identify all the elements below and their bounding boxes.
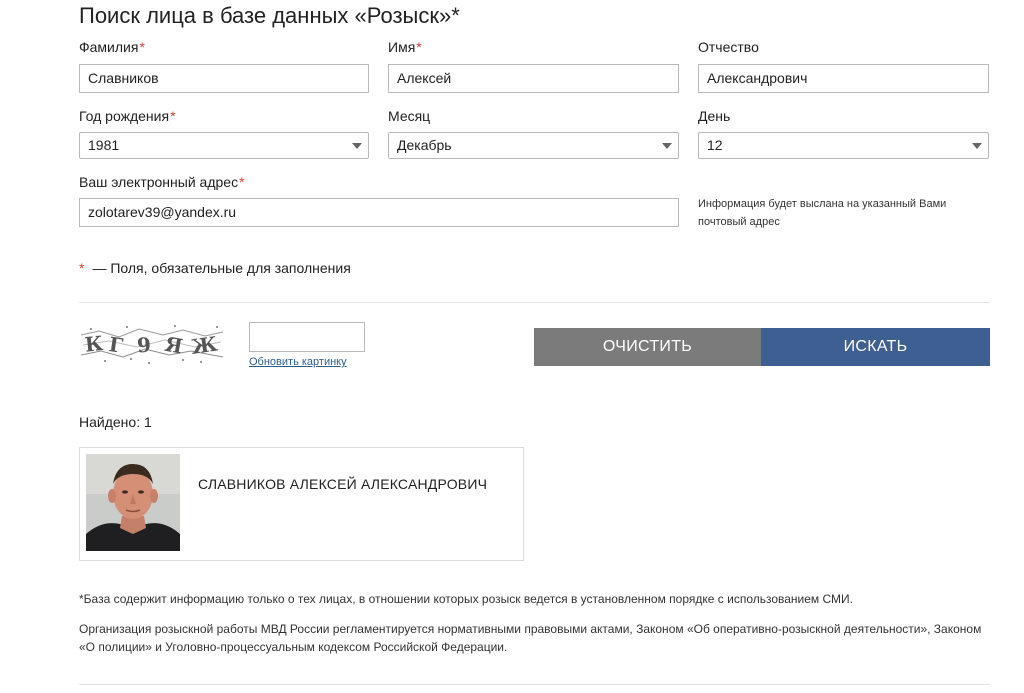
required-asterisk: * [139, 39, 145, 55]
month-select[interactable]: Декабрь [388, 132, 679, 159]
name-label: Имя* [388, 39, 422, 55]
birth-year-label-text: Год рождения [79, 108, 170, 124]
day-label: День [698, 108, 731, 124]
required-asterisk: * [170, 108, 176, 124]
day-select[interactable]: 12 [698, 132, 989, 159]
chevron-down-icon [352, 143, 362, 149]
day-value: 12 [707, 137, 723, 153]
chevron-down-icon [972, 143, 982, 149]
required-asterisk: * [79, 260, 85, 276]
legal-notice: Организация розыскной работы МВД России … [79, 622, 982, 654]
clear-button[interactable]: ОЧИСТИТЬ [534, 328, 761, 366]
chevron-down-icon [662, 143, 672, 149]
surname-label: Фамилия* [79, 39, 145, 55]
name-label-text: Имя [388, 39, 416, 55]
result-card[interactable]: СЛАВНИКОВ АЛЕКСЕЙ АЛЕКСАНДРОВИЧ [79, 447, 524, 561]
results-count: Найдено: 1 [79, 414, 152, 430]
result-name[interactable]: СЛАВНИКОВ АЛЕКСЕЙ АЛЕКСАНДРОВИЧ [198, 476, 487, 492]
month-value: Декабрь [397, 137, 452, 153]
email-label-text: Ваш электронный адрес [79, 174, 239, 190]
email-label: Ваш электронный адрес* [79, 174, 245, 190]
refresh-captcha-link[interactable]: Обновить картинку [249, 356, 347, 368]
month-label: Месяц [388, 108, 431, 124]
birth-year-value: 1981 [88, 137, 120, 153]
required-asterisk: * [239, 174, 245, 190]
patronymic-label: Отчество [698, 39, 759, 55]
email-hint: Информация будет выслана на указанный Ва… [698, 198, 947, 228]
surname-label-text: Фамилия [79, 39, 139, 55]
captcha-input[interactable] [249, 322, 365, 352]
divider [79, 684, 990, 685]
email-field[interactable]: zolotarev39@yandex.ru [79, 198, 679, 227]
birth-year-label: Год рождения* [79, 108, 176, 124]
person-photo [86, 454, 180, 551]
captcha-image: К Г 9 Я Ж [79, 321, 225, 367]
database-footnote: *База содержит информацию только о тех л… [79, 592, 854, 606]
birth-year-select[interactable]: 1981 [79, 132, 369, 159]
name-field[interactable]: Алексей [388, 64, 679, 93]
surname-field[interactable]: Славников [79, 64, 369, 93]
search-button[interactable]: ИСКАТЬ [761, 328, 990, 366]
required-note-text: — Поля, обязательные для заполнения [92, 260, 351, 276]
required-asterisk: * [416, 39, 422, 55]
captcha-char: Ж [190, 331, 220, 359]
captcha-char: К [84, 331, 105, 357]
patronymic-field[interactable]: Александрович [698, 64, 989, 93]
divider [79, 302, 990, 303]
captcha-char: 9 [136, 333, 152, 358]
page-title: Поиск лица в базе данных «Розыск»* [79, 3, 460, 28]
required-fields-note: * — Поля, обязательные для заполнения [79, 260, 351, 276]
